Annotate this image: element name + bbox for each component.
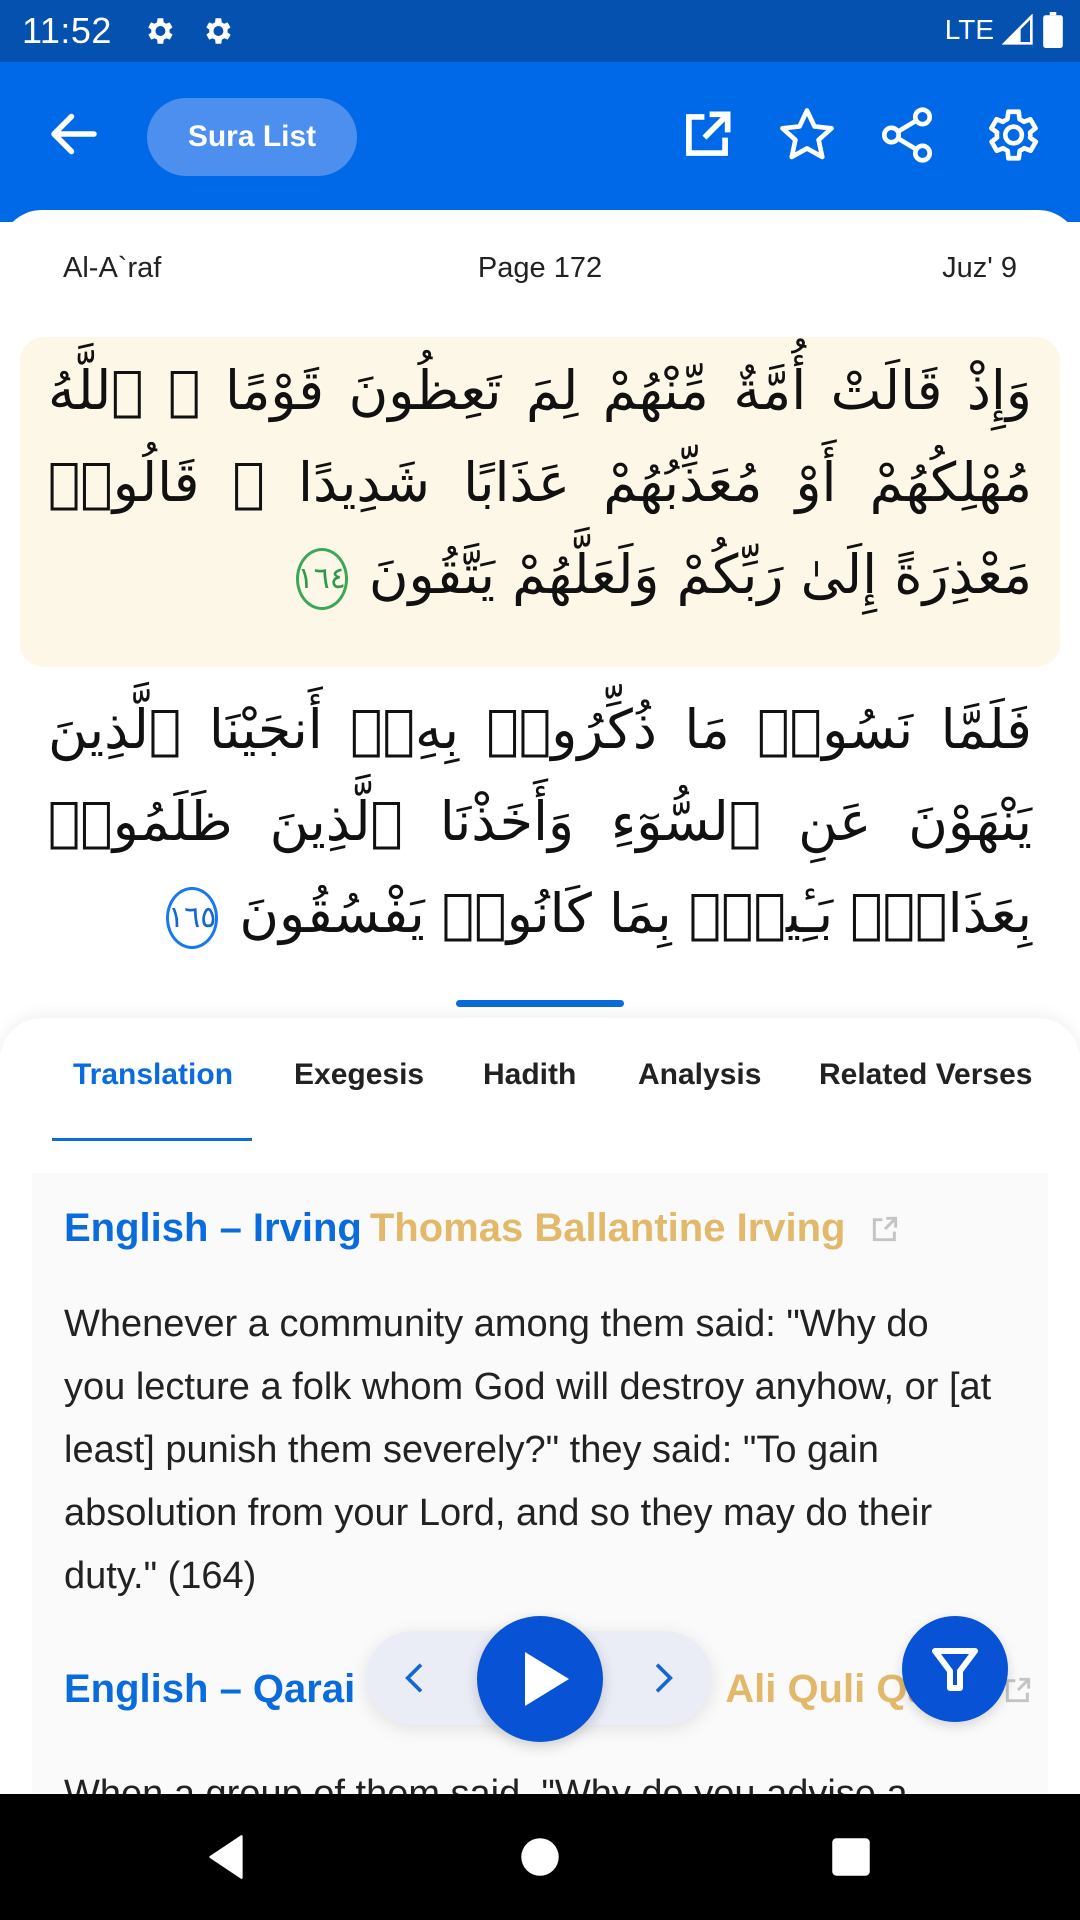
settings-gear-icon [206,18,231,44]
star-icon[interactable] [776,104,838,166]
status-bar: 11:52 LTE [0,0,1080,62]
tab-related-verses[interactable]: Related Verses [819,1058,1032,1092]
tab-analysis[interactable]: Analysis [638,1058,761,1092]
tab-bar: Translation Exegesis Hadith Analysis Rel… [0,1018,1080,1143]
open-external-icon[interactable] [676,104,738,166]
battery-icon [1043,12,1063,48]
page-indicator: Page 172 [0,252,1080,285]
active-tab-indicator [52,1138,252,1141]
verse-164[interactable]: وَإِذْ قَالَتْ أُمَّةٌ مِّنْهُمْ لِمَ تَ… [20,337,1060,667]
filter-icon [932,1648,978,1691]
tab-hadith[interactable]: Hadith [483,1058,576,1092]
signal-icon [1002,14,1033,45]
settings-gear-icon [148,18,173,44]
tab-translation[interactable]: Translation [73,1058,233,1092]
chevron-left-icon[interactable] [396,1655,436,1701]
system-nav-bar [0,1794,1080,1920]
tab-exegesis[interactable]: Exegesis [294,1058,424,1092]
play-icon [525,1652,569,1706]
network-type: LTE [944,14,994,45]
settings-icon[interactable] [980,104,1042,166]
back-triangle-icon[interactable] [202,1832,252,1882]
translation-text: When a group of them said, "Why do you a… [64,1773,908,1798]
sura-list-button[interactable]: Sura List [147,98,357,176]
page-label: Page [477,252,546,284]
recents-square-icon[interactable] [826,1832,876,1882]
page-info-row: Al-A`raf Page 172 Juz' 9 [0,210,1080,320]
translation-header: English – Irving Thomas Ballantine Irving [64,1206,901,1251]
verse-text: وَإِذْ قَالَتْ أُمَّةٌ مِّنْهُمْ لِمَ تَ… [48,359,1032,606]
translation-language: English – Irving [64,1206,362,1250]
play-button[interactable] [477,1616,603,1742]
chevron-right-icon[interactable] [642,1655,682,1701]
translation-text: Whenever a community among them said: "W… [64,1303,992,1597]
translator-name[interactable]: Thomas Ballantine Irving [370,1206,846,1250]
share-icon[interactable] [876,104,938,166]
home-circle-icon[interactable] [515,1832,565,1882]
translation-language: English – Qarai [64,1667,356,1711]
ayah-number-marker: ١٦٥ [166,887,219,949]
status-indicators: LTE [945,12,1064,48]
juz-indicator: Juz' 9 [942,252,1017,284]
quran-reader: Al-A`raf Page 172 Juz' 9 وَإِذْ قَالَتْ … [0,210,1080,1030]
filter-button[interactable] [902,1616,1008,1722]
open-external-icon[interactable] [869,1213,901,1245]
ayah-number-marker: ١٦٤ [295,548,348,610]
arrow-left-icon[interactable] [44,104,104,164]
status-time: 11:52 [22,10,112,51]
verse-165[interactable]: فَلَمَّا نَسُوا۟ مَا ذُكِّرُوا۟ بِهِۦٓ أ… [20,676,1060,976]
sheet-drag-handle[interactable] [456,1000,624,1007]
app-bar: Sura List [0,62,1080,222]
page-number: 172 [553,252,603,284]
